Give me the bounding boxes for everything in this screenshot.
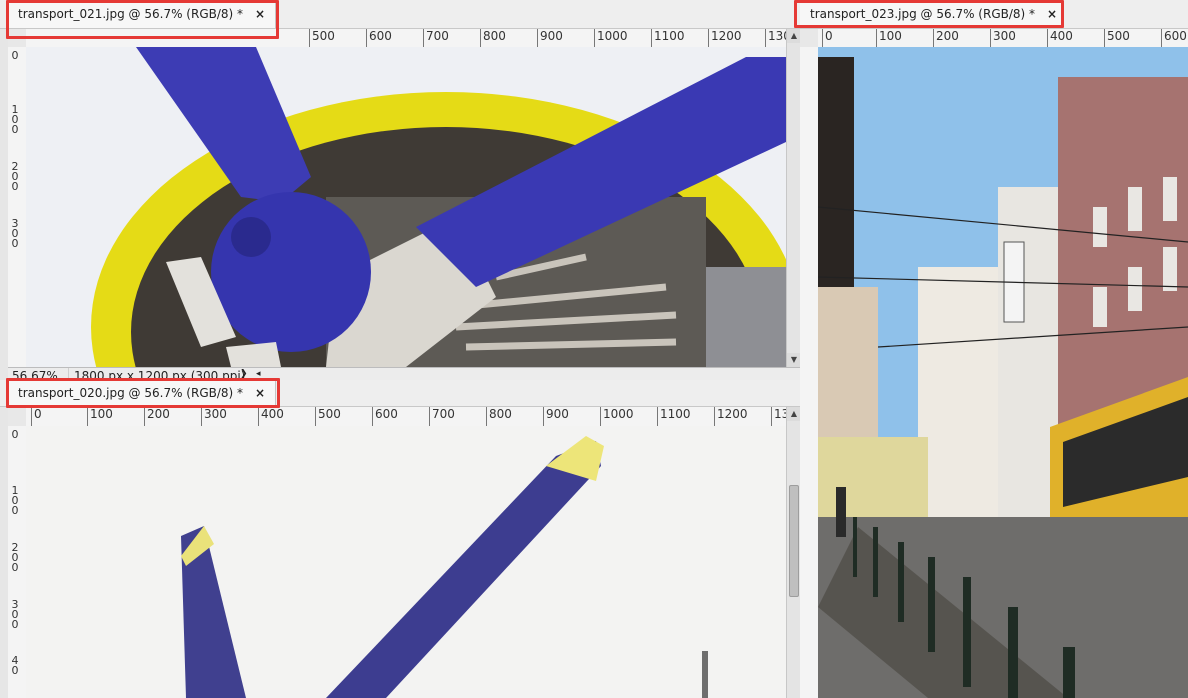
ruler-label: 200 bbox=[147, 407, 170, 421]
ruler-label: 1100 bbox=[660, 407, 691, 421]
ruler-label: 600 bbox=[375, 407, 398, 421]
ruler-label: 2 0 0 bbox=[11, 541, 19, 574]
tab-bar: transport_020.jpg @ 56.7% (RGB/8) * × bbox=[0, 380, 800, 407]
ruler-label: 0 bbox=[34, 407, 42, 421]
tab-transport-021[interactable]: transport_021.jpg @ 56.7% (RGB/8) * × bbox=[8, 0, 276, 28]
ruler-label: 300 bbox=[993, 29, 1016, 43]
vertical-ruler[interactable] bbox=[800, 47, 819, 698]
ruler-label: 100 bbox=[879, 29, 902, 43]
horizontal-ruler[interactable]: 0 100 200 300 400 500 600 bbox=[818, 29, 1188, 48]
document-window-transport-021: transport_021.jpg @ 56.7% (RGB/8) * × 50… bbox=[0, 0, 800, 380]
ruler-label: 100 bbox=[90, 407, 113, 421]
tab-transport-023[interactable]: transport_023.jpg @ 56.7% (RGB/8) * × bbox=[800, 0, 1062, 28]
ruler-label: 3 0 0 bbox=[11, 217, 19, 250]
tab-label: transport_023.jpg @ 56.7% (RGB/8) * bbox=[810, 7, 1036, 21]
propeller-wide-image bbox=[26, 426, 786, 698]
ruler-label: 200 bbox=[936, 29, 959, 43]
tab-label: transport_021.jpg @ 56.7% (RGB/8) * bbox=[18, 7, 244, 21]
ruler-label: 0 bbox=[825, 29, 833, 43]
tab-label: transport_020.jpg @ 56.7% (RGB/8) * bbox=[18, 386, 244, 400]
ruler-corner bbox=[8, 407, 27, 427]
ruler-label: 900 bbox=[540, 29, 563, 43]
tab-transport-020[interactable]: transport_020.jpg @ 56.7% (RGB/8) * × bbox=[8, 380, 276, 406]
status-menu-arrow[interactable]: ❯ bbox=[240, 369, 248, 379]
scroll-left-arrow[interactable]: ◂ bbox=[256, 369, 261, 379]
ruler-label: 13 bbox=[774, 407, 786, 421]
ruler-label: 700 bbox=[432, 407, 455, 421]
ruler-label: 800 bbox=[489, 407, 512, 421]
vertical-ruler[interactable]: 0 1 0 0 2 0 0 3 0 0 4 0 bbox=[8, 426, 27, 698]
ruler-label: 400 bbox=[261, 407, 284, 421]
ruler-label: 4 0 bbox=[11, 654, 19, 677]
document-window-transport-020: transport_020.jpg @ 56.7% (RGB/8) * × 0 … bbox=[0, 380, 800, 698]
ruler-label: 600 bbox=[369, 29, 392, 43]
ruler-corner bbox=[8, 29, 27, 48]
image-canvas-street-tram[interactable] bbox=[818, 47, 1188, 698]
zoom-level[interactable]: 56.67% bbox=[12, 369, 58, 380]
ruler-label: 1100 bbox=[654, 29, 685, 43]
tab-bar: transport_021.jpg @ 56.7% (RGB/8) * × bbox=[0, 0, 800, 29]
ruler-label: 1000 bbox=[603, 407, 634, 421]
ruler-label: 600 bbox=[1164, 29, 1187, 43]
close-icon[interactable]: × bbox=[255, 386, 265, 400]
close-icon[interactable]: × bbox=[255, 7, 265, 21]
ruler-label: 500 bbox=[318, 407, 341, 421]
ruler-label: 1 0 0 bbox=[11, 484, 19, 517]
horizontal-ruler[interactable]: 0 100 200 300 400 500 600 700 800 900 10… bbox=[26, 407, 786, 427]
status-bar: 56.67% 1800 px x 1200 px (300 ppi) ❯ ◂ bbox=[8, 367, 800, 380]
image-canvas-propeller-wide[interactable] bbox=[26, 426, 786, 698]
ruler-label: 900 bbox=[546, 407, 569, 421]
ruler-corner bbox=[800, 29, 819, 48]
ruler-label: 500 bbox=[1107, 29, 1130, 43]
scroll-thumb[interactable] bbox=[789, 485, 799, 597]
street-tram-image bbox=[818, 47, 1188, 698]
ruler-label: 0 bbox=[11, 49, 19, 62]
tab-bar: transport_023.jpg @ 56.7% (RGB/8) * × bbox=[800, 0, 1188, 29]
ruler-label: 800 bbox=[483, 29, 506, 43]
horizontal-ruler[interactable]: 500 600 700 800 900 1000 1100 1200 130 bbox=[26, 29, 786, 48]
propeller-closeup-image bbox=[26, 47, 786, 367]
ruler-label: 1 0 0 bbox=[11, 103, 19, 136]
ruler-label: 1200 bbox=[717, 407, 748, 421]
close-icon[interactable]: × bbox=[1047, 7, 1057, 21]
vertical-scrollbar[interactable]: ▲ bbox=[786, 407, 800, 698]
ruler-label: 1200 bbox=[711, 29, 742, 43]
ruler-label: 400 bbox=[1050, 29, 1073, 43]
ruler-label: 1000 bbox=[597, 29, 628, 43]
ruler-label: 2 0 0 bbox=[11, 160, 19, 193]
ruler-label: 0 bbox=[11, 428, 19, 441]
ruler-label: 500 bbox=[312, 29, 335, 43]
vertical-ruler[interactable]: 0 1 0 0 2 0 0 3 0 0 bbox=[8, 47, 27, 367]
ruler-label: 3 0 0 bbox=[11, 598, 19, 631]
vertical-scrollbar[interactable]: ▲ ▼ bbox=[786, 29, 800, 367]
document-window-transport-023: transport_023.jpg @ 56.7% (RGB/8) * × 0 … bbox=[800, 0, 1188, 698]
ruler-label: 300 bbox=[204, 407, 227, 421]
image-canvas-propeller-closeup[interactable] bbox=[26, 47, 786, 367]
ruler-label: 130 bbox=[768, 29, 786, 43]
document-info: 1800 px x 1200 px (300 ppi) bbox=[74, 369, 246, 380]
ruler-label: 700 bbox=[426, 29, 449, 43]
